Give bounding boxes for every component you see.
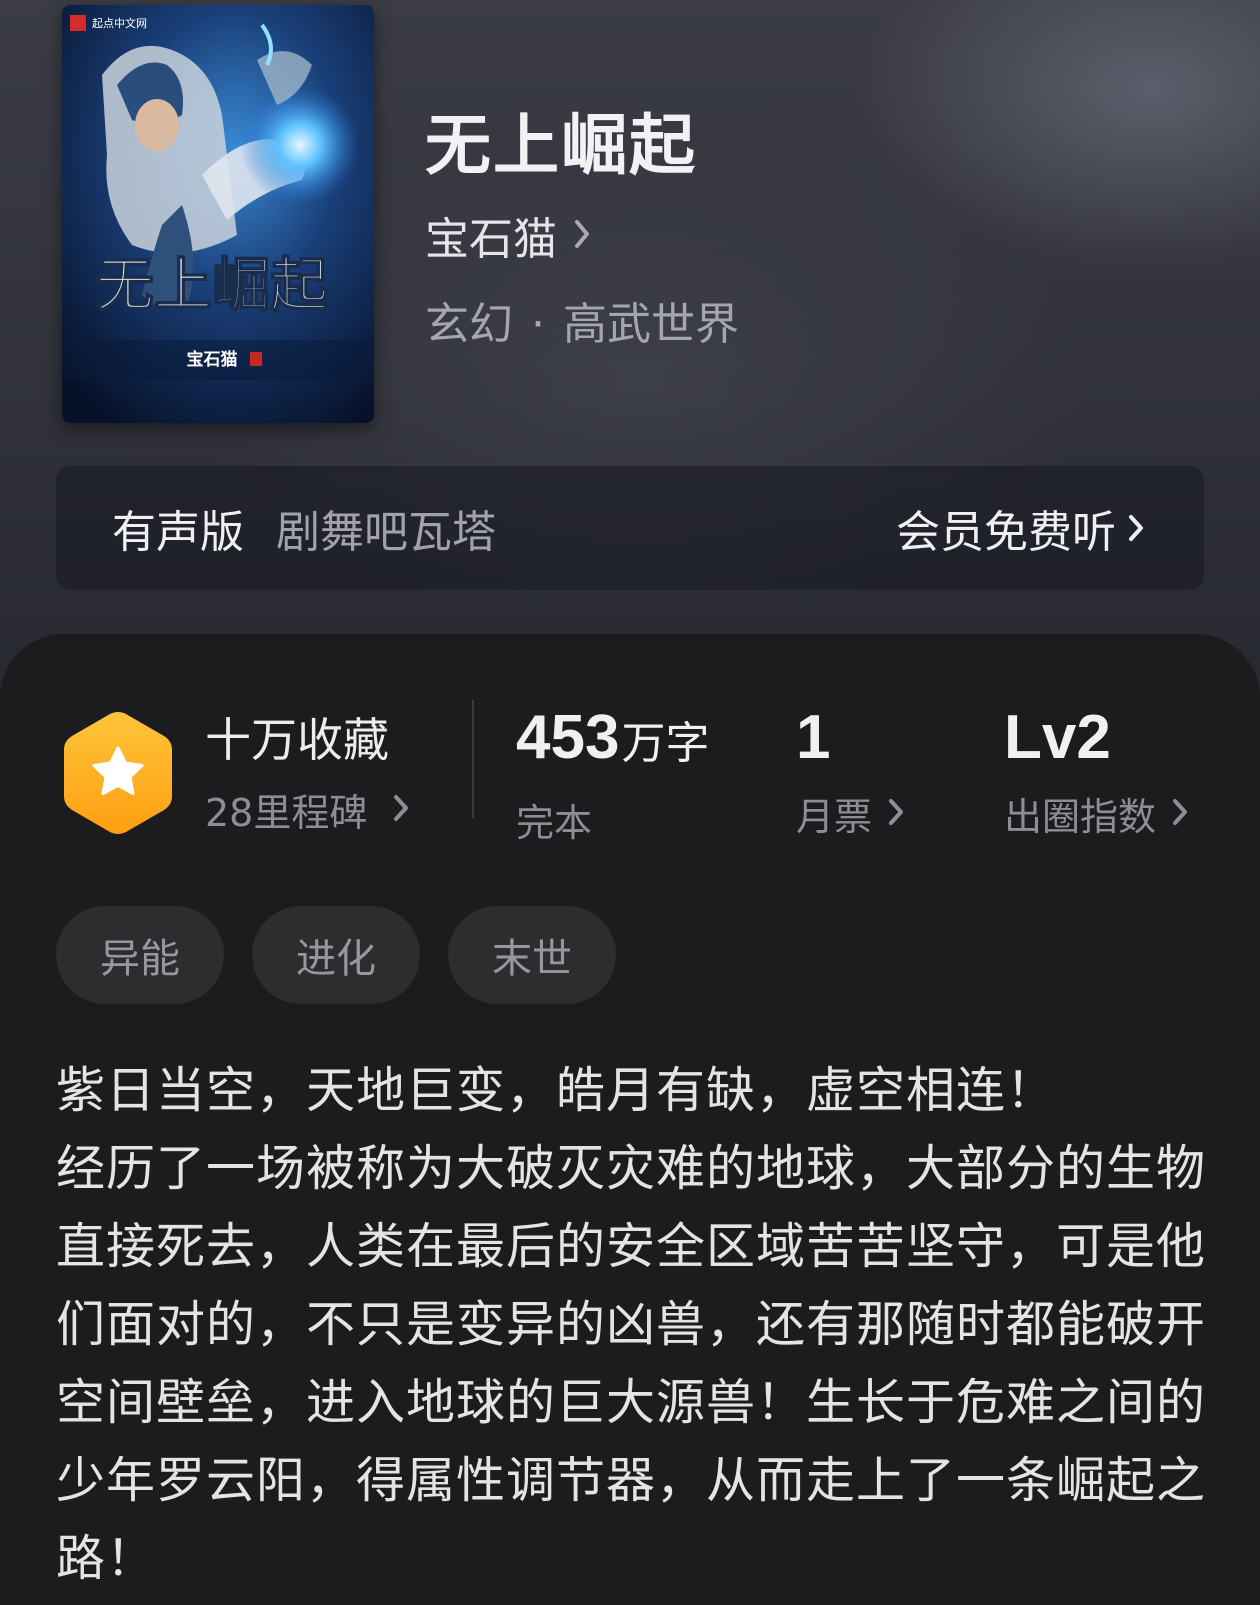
book-genre: 玄幻 · 高武世界 (425, 288, 739, 352)
cover-author-text: 宝石猫 (187, 349, 238, 370)
star-hexagon-icon (62, 710, 174, 836)
audio-label: 有声版 (112, 507, 244, 558)
book-cover[interactable]: 起点中文网 无上崛起 宝石猫 (62, 5, 374, 423)
chevron-right-icon (888, 792, 904, 836)
collection-milestone-stat[interactable]: 十万收藏 28里程碑 (205, 712, 409, 837)
collection-title: 十万收藏 (205, 713, 389, 767)
tag-chip[interactable]: 进化 (252, 906, 420, 1004)
monthly-tickets-stat[interactable]: 1 月票 (796, 700, 904, 841)
word-count-stat: 453万字 完本 (516, 700, 709, 847)
word-count-number: 453 (516, 703, 620, 772)
author-name: 宝石猫 (425, 214, 557, 265)
book-synopsis: 紫日当空，天地巨变，皓月有缺，虚空相连！ 经历了一场被称为大破灭灾难的地球，大部… (56, 1052, 1206, 1598)
chevron-right-icon (1128, 503, 1144, 554)
genre-main: 玄幻 (425, 299, 513, 350)
audio-narrator: 剧舞吧瓦塔 (276, 507, 496, 558)
monthly-tickets-value: 1 (796, 703, 831, 772)
popularity-index-stat[interactable]: Lv2 出圈指数 (1004, 700, 1188, 841)
popularity-index-label: 出圈指数 (1004, 795, 1157, 839)
cover-title-text: 无上崛起 (96, 251, 329, 319)
audio-version-bar[interactable]: 有声版 剧舞吧瓦塔 会员免费听 (56, 466, 1204, 590)
tag-chip[interactable]: 异能 (56, 906, 224, 1004)
popularity-index-value: Lv2 (1004, 703, 1111, 772)
tag-chip[interactable]: 末世 (448, 906, 616, 1004)
chevron-right-icon (573, 210, 591, 261)
genre-separator: · (531, 299, 545, 350)
stat-divider (472, 700, 474, 818)
book-status: 完本 (516, 801, 593, 845)
monthly-tickets-label: 月票 (796, 795, 873, 839)
book-title: 无上崛起 (425, 106, 697, 184)
milestones-label: 28里程碑 (205, 791, 368, 835)
cover-publisher-logo: 起点中文网 (92, 16, 147, 30)
genre-sub: 高武世界 (563, 299, 739, 350)
member-free-listen-label: 会员免费听 (896, 507, 1116, 558)
chevron-right-icon (1172, 792, 1188, 836)
synopsis-paragraph: 经历了一场被称为大破灭灾难的地球，大部分的生物直接死去，人类在最后的安全区域苦苦… (56, 1140, 1207, 1587)
tag-list: 异能 进化 末世 (56, 906, 644, 1004)
synopsis-line: 紫日当空，天地巨变，皓月有缺，虚空相连！ (56, 1062, 1057, 1119)
author-link[interactable]: 宝石猫 (425, 203, 591, 267)
word-count-unit: 万字 (621, 718, 710, 769)
chevron-right-icon (393, 788, 409, 832)
member-free-listen-button[interactable]: 会员免费听 (896, 496, 1144, 560)
